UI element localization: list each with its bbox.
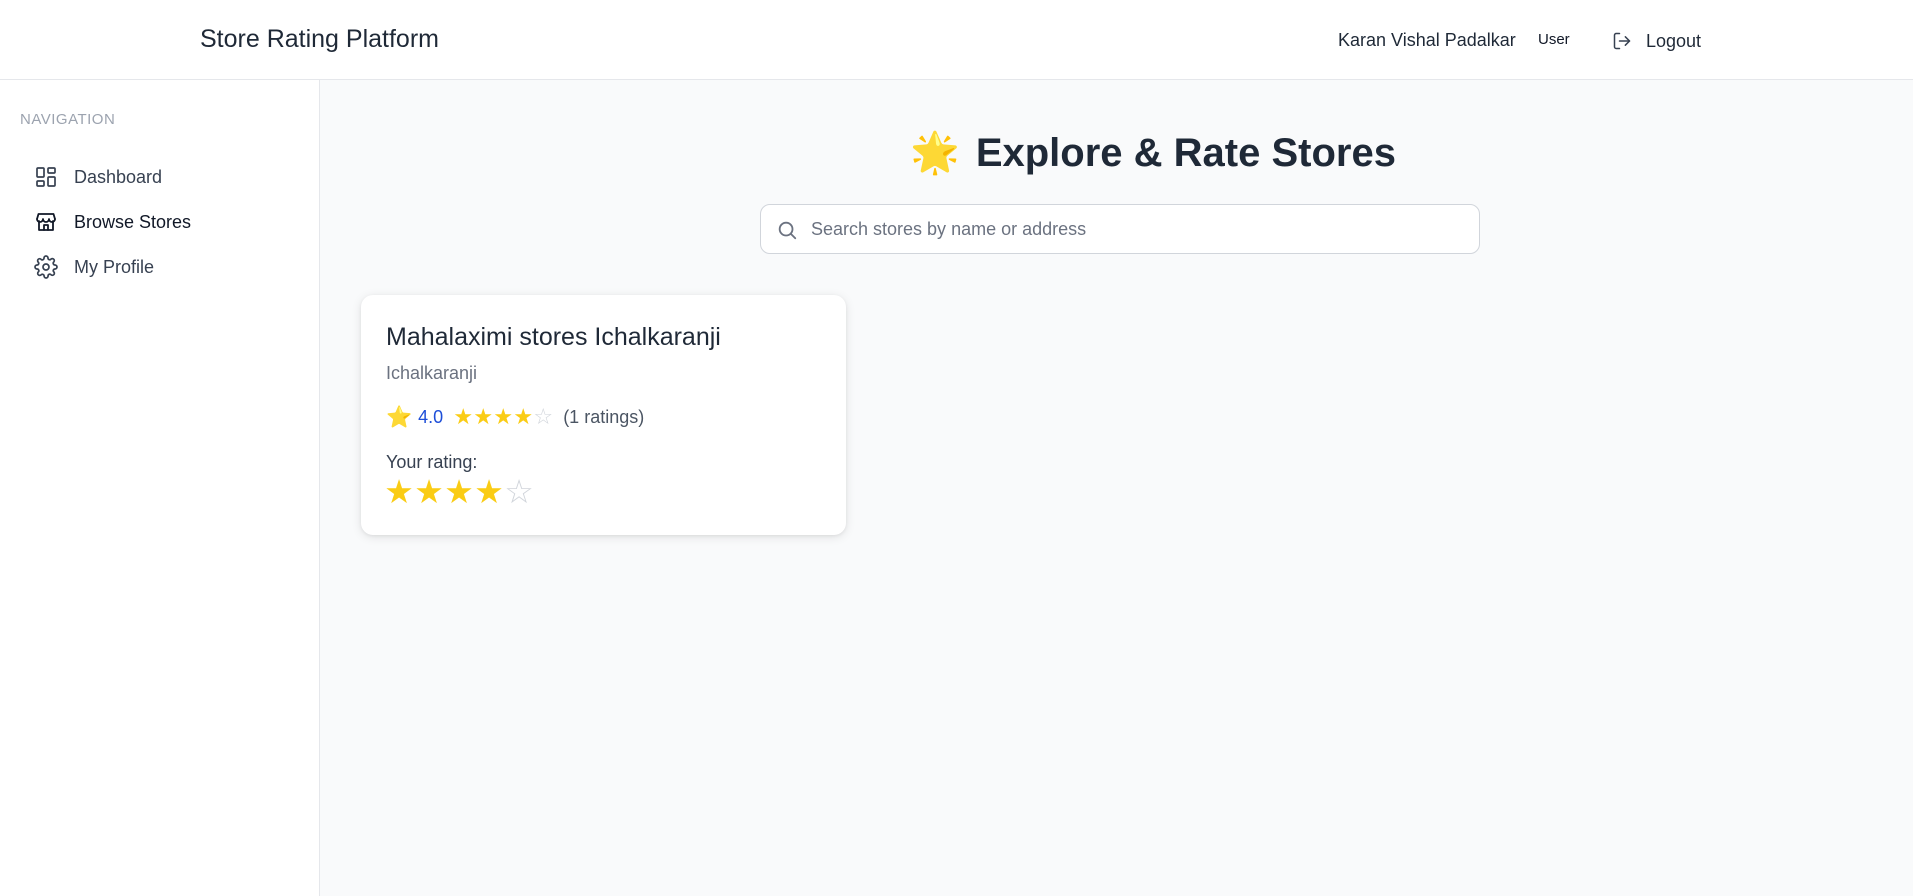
search-box — [760, 204, 1480, 254]
app-title: Store Rating Platform — [200, 25, 439, 53]
glowing-star-icon: 🌟 — [910, 131, 960, 175]
logout-label: Logout — [1646, 30, 1702, 51]
store-card: Mahalaximi stores Ichalkaranji Ichalkara… — [361, 295, 846, 535]
top-header: Store Rating Platform Karan Vishal Padal… — [0, 0, 1913, 80]
average-rating-row: ⭐ 4.0 ★ ★ ★ ★ ☆ (1 ratings) — [386, 405, 644, 429]
average-rating-value: 4.0 — [418, 406, 444, 427]
store-address: Ichalkaranji — [386, 363, 478, 383]
page-title: 🌟 Explore & Rate Stores — [910, 128, 1396, 178]
star-filled-icon[interactable]: ★ — [444, 475, 474, 508]
star-filled-icon: ★ — [493, 404, 514, 429]
your-rating-stars: ★ ★ ★ ★ ☆ — [384, 475, 534, 508]
ratings-count: (1 ratings) — [563, 406, 645, 427]
your-rating-label: Your rating: — [386, 452, 478, 472]
search-input[interactable] — [811, 205, 1471, 253]
sidebar-item-label: My Profile — [74, 256, 155, 277]
search-icon — [778, 221, 797, 240]
sidebar-item-browse-stores[interactable]: Browse Stores — [34, 207, 191, 237]
sidebar: NAVIGATION Dashboard Browse Stores My Pr… — [0, 80, 320, 896]
star-filled-icon: ★ — [513, 404, 534, 429]
store-name: Mahalaximi stores Ichalkaranji — [386, 323, 721, 351]
star-filled-icon: ★ — [453, 404, 474, 429]
star-empty-icon[interactable]: ☆ — [504, 475, 534, 508]
role-badge: User — [1538, 31, 1570, 48]
nav-heading: NAVIGATION — [20, 111, 116, 128]
star-icon: ⭐ — [386, 405, 413, 429]
user-name: Karan Vishal Padalkar — [1338, 30, 1516, 50]
logout-icon — [1613, 32, 1631, 50]
star-empty-icon: ☆ — [533, 404, 554, 429]
sidebar-item-label: Browse Stores — [74, 211, 192, 232]
star-filled-icon[interactable]: ★ — [414, 475, 444, 508]
logout-button[interactable]: Logout — [1612, 26, 1701, 56]
star-filled-icon[interactable]: ★ — [384, 475, 414, 508]
gear-icon — [34, 255, 58, 279]
sidebar-item-my-profile[interactable]: My Profile — [34, 252, 154, 282]
page-title-text: Explore & Rate Stores — [975, 130, 1396, 175]
star-filled-icon[interactable]: ★ — [474, 475, 504, 508]
average-rating-stars: ★ ★ ★ ★ ☆ — [453, 406, 553, 428]
dashboard-grid-icon — [36, 167, 56, 187]
sidebar-item-label: Dashboard — [74, 166, 163, 187]
sidebar-item-dashboard[interactable]: Dashboard — [34, 162, 162, 192]
store-icon — [36, 213, 56, 231]
star-filled-icon: ★ — [473, 404, 494, 429]
